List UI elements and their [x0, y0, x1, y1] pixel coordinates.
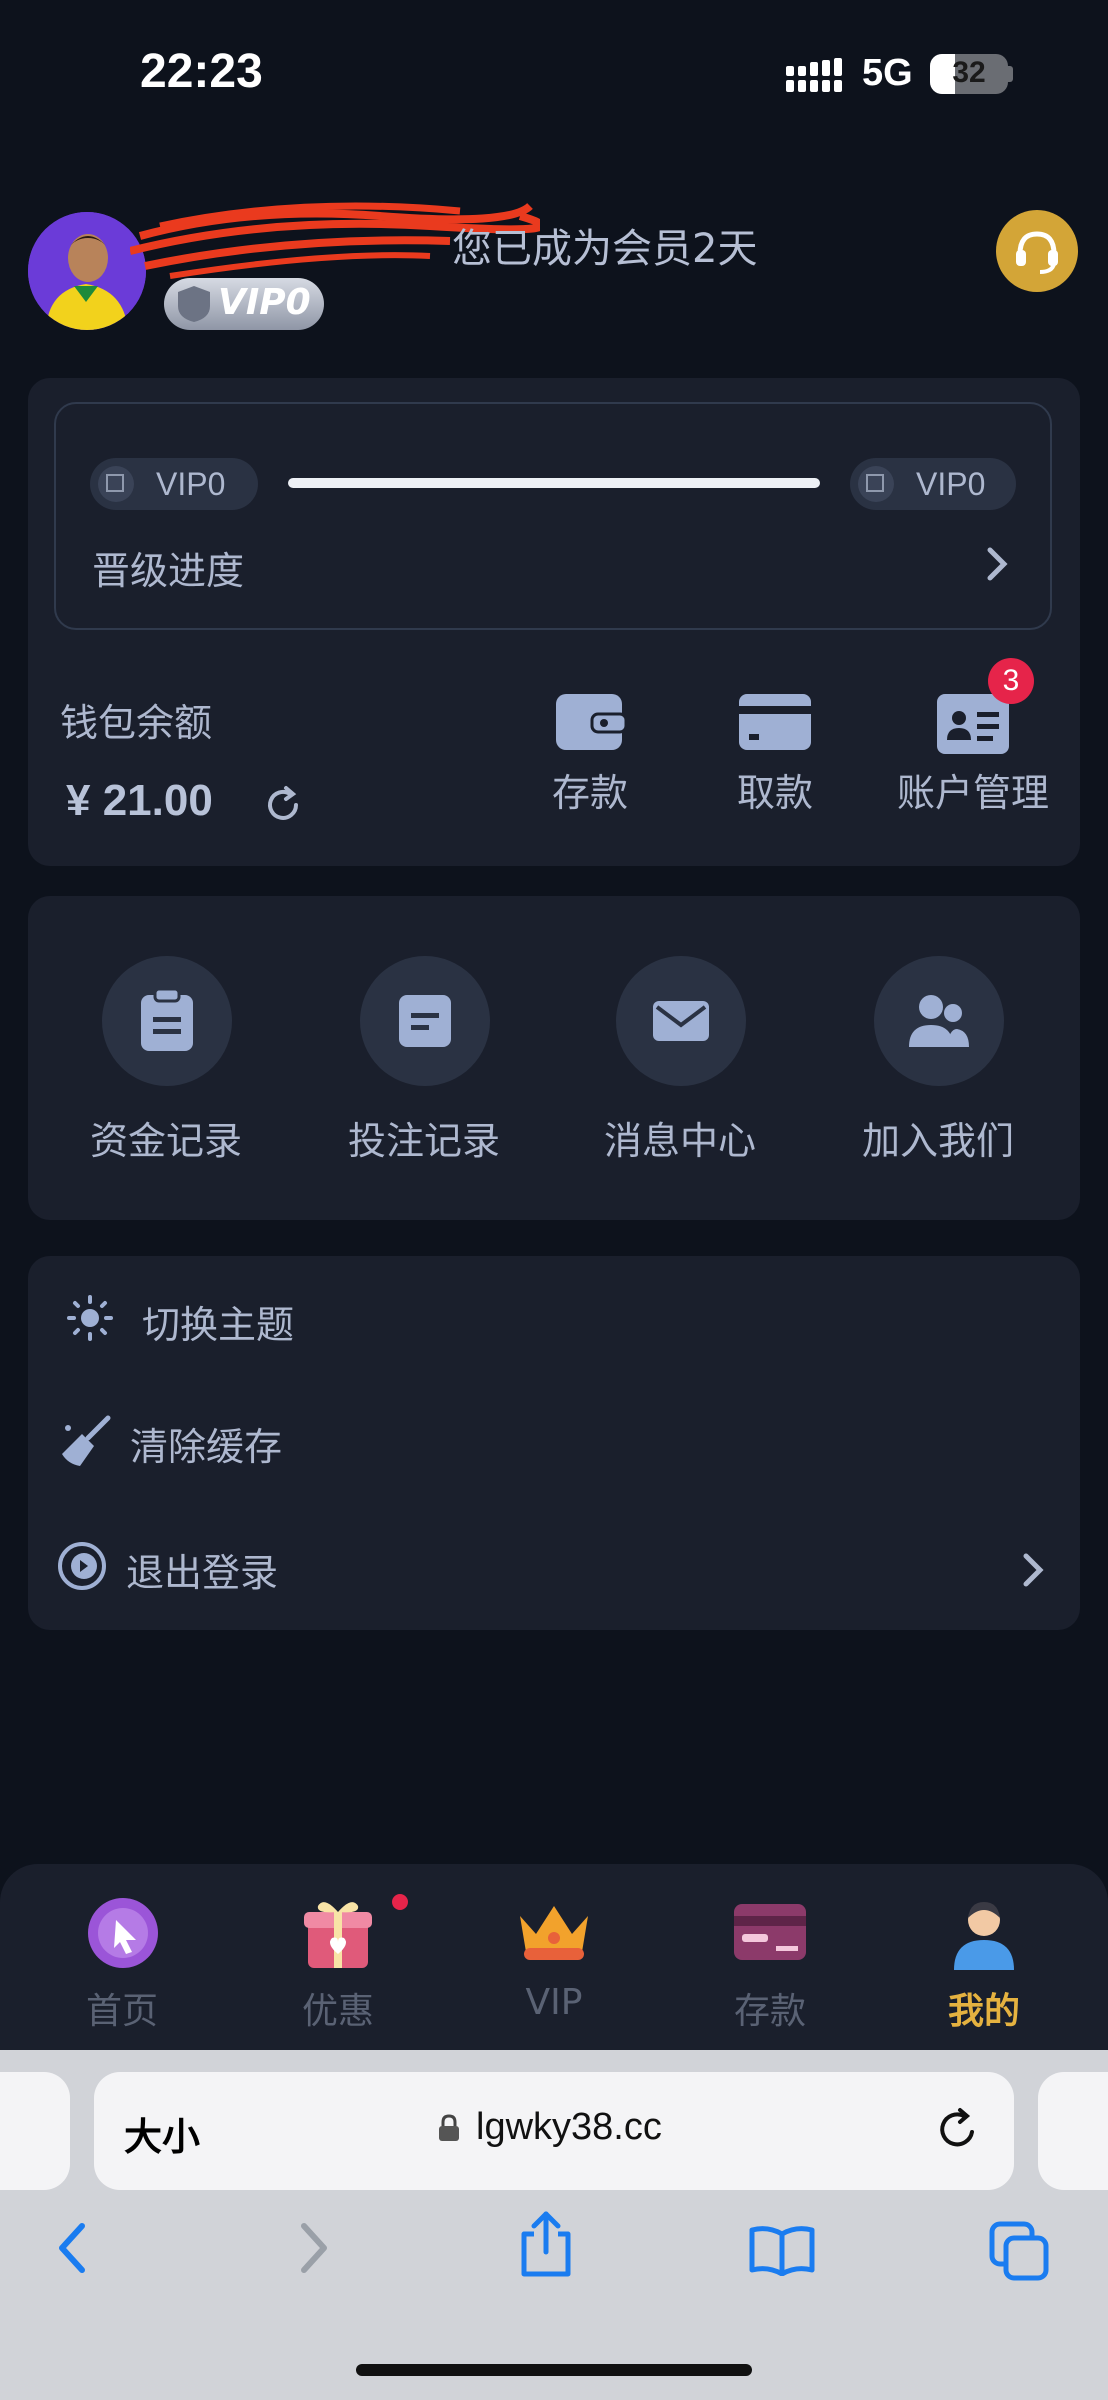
withdraw-label: 取款 [736, 771, 813, 815]
funds-record-label: 资金记录 [89, 1119, 242, 1163]
refresh-icon[interactable] [262, 784, 304, 826]
battery-level: 32 [952, 56, 986, 89]
wallet-icon [556, 694, 628, 750]
avatar-photo [28, 212, 146, 330]
shield-icon [178, 286, 210, 322]
tab-promotions[interactable]: 优惠 [258, 1896, 418, 2036]
card-icon [739, 694, 811, 750]
switch-theme-label: 切换主题 [142, 1303, 295, 1347]
headset-icon [1016, 231, 1058, 274]
notification-badge: 3 [988, 658, 1034, 704]
clear-cache-label: 清除缓存 [130, 1425, 283, 1469]
join-us-icon-bg [874, 956, 1004, 1086]
vip-badge-label: VIP0 [218, 282, 311, 323]
bet-record-icon-bg [360, 956, 490, 1086]
chevron-right-icon[interactable] [984, 544, 1012, 584]
tab-deposit[interactable]: 存款 [690, 1896, 850, 2036]
share-icon[interactable] [516, 2210, 576, 2278]
battery-tip [1008, 66, 1013, 82]
next-tab-preview[interactable] [1038, 2072, 1108, 2190]
funds-record-icon-bg [102, 956, 232, 1086]
tab-profile-label: 我的 [947, 1991, 1020, 2032]
crown-icon [520, 1906, 588, 1960]
join-us-button[interactable] [874, 956, 1004, 1086]
upgrade-progress-label: 晋级进度 [92, 549, 245, 593]
clipboard-icon [141, 989, 193, 1051]
logout-label: 退出登录 [126, 1551, 279, 1595]
network-type: 5G [862, 52, 913, 94]
level-icon [858, 466, 894, 502]
deposit-label: 存款 [551, 771, 628, 815]
credit-card-icon [734, 1904, 806, 1960]
gift-icon [304, 1902, 372, 1968]
tab-home[interactable]: 首页 [42, 1896, 202, 2036]
wallet-balance-value: ¥ 21.00 [66, 776, 213, 825]
tab-profile[interactable]: 我的 [904, 1896, 1064, 2036]
broom-icon [62, 1415, 111, 1466]
join-us-label: 加入我们 [861, 1119, 1014, 1163]
tab-vip-label: VIP [525, 1982, 583, 2023]
next-vip-level: VIP0 [850, 458, 1016, 510]
promotions-notification-dot [392, 1894, 408, 1910]
avatar[interactable] [28, 212, 146, 330]
lock-icon [439, 2114, 459, 2141]
wallet-balance-label: 钱包余额 [60, 701, 213, 745]
logout-icon [58, 1542, 106, 1590]
back-icon[interactable] [52, 2220, 92, 2276]
battery-icon: 32 [930, 54, 1008, 94]
switch-theme-item[interactable]: 切换主题 [28, 1266, 1080, 1366]
mail-icon [653, 1001, 709, 1041]
vip-progress-bar [288, 478, 820, 488]
current-vip-level: VIP0 [90, 458, 258, 510]
tab-vip[interactable]: VIP [474, 1896, 634, 2036]
tab-promotions-label: 优惠 [301, 1991, 374, 2032]
bet-record-label: 投注记录 [347, 1119, 500, 1163]
person-icon [954, 1902, 1014, 1970]
clear-cache-item[interactable]: 清除缓存 [28, 1388, 1080, 1488]
home-indicator [356, 2364, 752, 2376]
next-vip-label: VIP0 [916, 466, 986, 502]
users-icon [909, 995, 969, 1047]
status-time: 22:23 [140, 45, 263, 98]
logout-item[interactable]: 退出登录 [28, 1518, 1080, 1618]
chevron-right-icon [1023, 1553, 1044, 1587]
signal-icon [786, 58, 842, 92]
bet-record-button[interactable] [360, 956, 490, 1086]
forward-icon[interactable] [294, 2220, 334, 2276]
document-icon [399, 995, 451, 1047]
level-icon [98, 466, 134, 502]
account-management-label: 账户管理 [896, 771, 1049, 815]
account-management-button[interactable]: 账户管理 [888, 686, 1058, 817]
vip-progress-box[interactable] [54, 402, 1052, 630]
home-cursor-icon [88, 1898, 158, 1968]
current-vip-label: VIP0 [156, 466, 226, 502]
tabs-icon[interactable] [988, 2220, 1050, 2282]
url-text[interactable]: lgwky38.cc [476, 2106, 662, 2149]
withdraw-button[interactable]: 取款 [710, 686, 840, 817]
message-center-icon-bg [616, 956, 746, 1086]
vip-badge: VIP0 [164, 278, 324, 330]
funds-record-button[interactable] [102, 956, 232, 1086]
message-center-label: 消息中心 [603, 1119, 756, 1163]
customer-service-button[interactable] [996, 210, 1078, 292]
bookmarks-icon[interactable] [748, 2224, 816, 2276]
previous-tab-preview[interactable] [0, 2072, 70, 2190]
tab-deposit-label: 存款 [733, 1991, 806, 2032]
sun-icon [67, 1295, 113, 1341]
text-size-button[interactable]: 大小 [124, 2106, 200, 2161]
member-days-text: 您已成为会员2天 [452, 226, 758, 272]
tab-home-label: 首页 [85, 1991, 158, 2032]
message-center-button[interactable] [616, 956, 746, 1086]
deposit-button[interactable]: 存款 [530, 686, 650, 817]
reload-icon[interactable] [934, 2106, 982, 2154]
